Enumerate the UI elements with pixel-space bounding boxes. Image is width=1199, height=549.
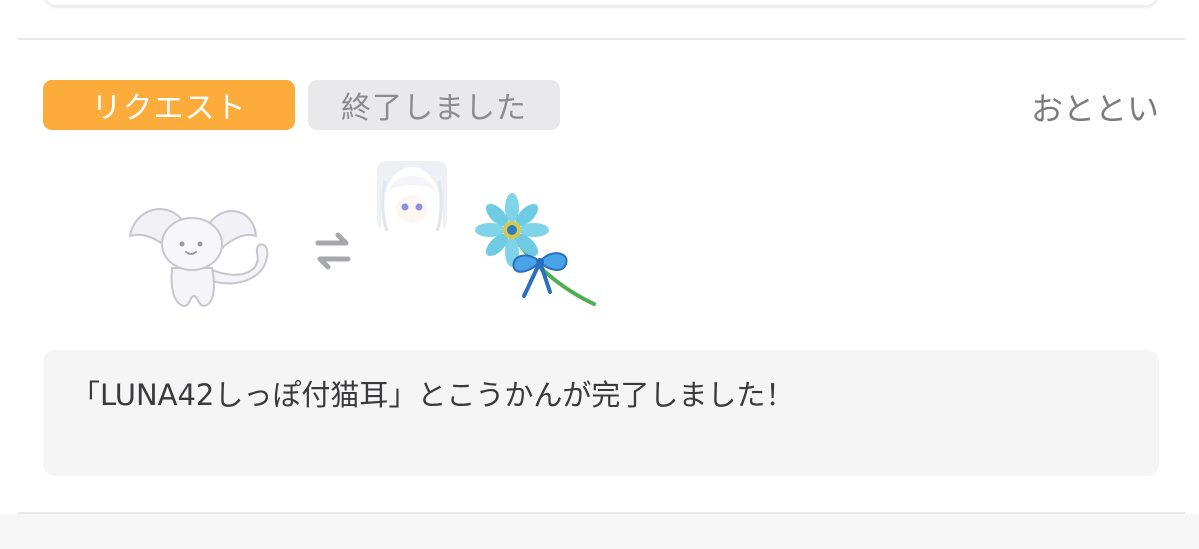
divider: [18, 38, 1185, 40]
white-cat-ears-tail-icon[interactable]: [126, 192, 282, 310]
trade-complete-message: 「LUNA42しっぽ付猫耳」とこうかんが完了しました！: [71, 378, 795, 412]
request-badge: リクエスト: [43, 80, 295, 130]
message-box: 「LUNA42しっぽ付猫耳」とこうかんが完了しました！: [43, 350, 1159, 476]
status-badge: 終了しました: [308, 80, 560, 130]
swap-arrows-icon: [312, 230, 354, 272]
next-card-area: [0, 514, 1199, 549]
trade-notification-page: リクエスト 終了しました おととい 「LUNA42しっぽ付猫耳」とこうかんが完了…: [0, 0, 1199, 549]
timestamp: おととい: [1030, 90, 1159, 128]
blue-flower-ribbon-icon[interactable]: [470, 192, 600, 310]
previous-card: [44, 0, 1158, 6]
user-avatar[interactable]: [377, 161, 447, 231]
